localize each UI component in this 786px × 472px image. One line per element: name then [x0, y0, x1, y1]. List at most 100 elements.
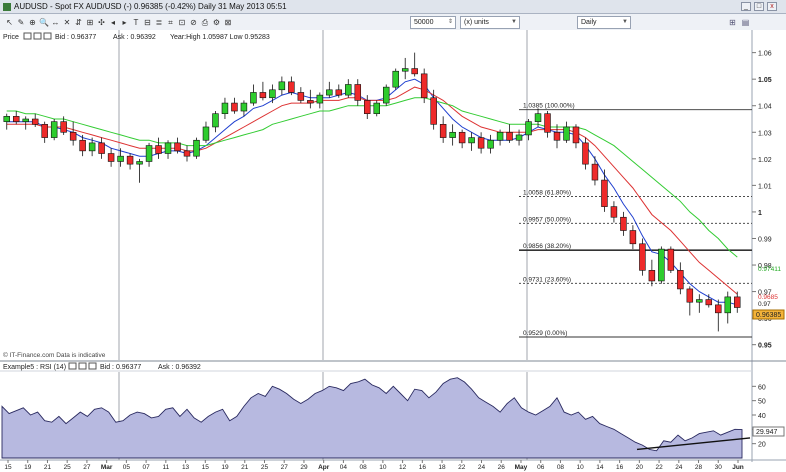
candle-body [525, 121, 532, 136]
toolbar-tool-7-icon[interactable]: ⊞ [85, 17, 96, 28]
candle-body [506, 131, 513, 141]
units-select[interactable]: (x) units ▼ [460, 16, 520, 29]
candle-body [345, 84, 352, 96]
x-tick-label: 13 [182, 464, 190, 471]
toolbar-tool-18-icon[interactable]: ⚙ [211, 17, 222, 28]
candle-body [174, 142, 181, 152]
candle-body [724, 296, 732, 314]
units-value: 50000 [414, 19, 434, 26]
toolbar-tool-0-icon[interactable]: ↖ [4, 17, 15, 28]
toolbar-tool-15-icon[interactable]: ⊡ [177, 17, 188, 28]
minimize-button[interactable]: _ [741, 2, 751, 11]
toolbar-tool-6-icon[interactable]: ⇵ [73, 17, 84, 28]
candle-body [259, 92, 267, 99]
candle-body [69, 131, 77, 141]
candle-body [364, 100, 371, 114]
maximize-panel-icon[interactable] [88, 362, 97, 370]
maximize-button[interactable]: □ [754, 2, 764, 11]
candle-body [449, 131, 456, 138]
window-icon[interactable] [78, 362, 87, 370]
candle-body [307, 100, 314, 104]
y-tick-label: 1.02 [758, 157, 772, 164]
toolbar-tool-19-icon[interactable]: ⊠ [223, 17, 234, 28]
rsi-indicator [1, 377, 751, 459]
candle-body [278, 81, 286, 91]
x-tick-label: Jun [732, 464, 744, 471]
y-tick-label: 0.95 [758, 343, 772, 350]
candle-body [430, 97, 437, 125]
rsi-ask: Ask : 0.96392 [158, 364, 201, 371]
x-tick-label: 08 [557, 464, 565, 471]
candle-body [487, 139, 494, 149]
toolbar-tool-1-icon[interactable]: ✎ [16, 17, 27, 28]
candle-body [648, 270, 656, 282]
x-tick-label: 25 [261, 464, 269, 471]
ma-value-label: 0.97411 [758, 266, 781, 273]
x-tick-label: 19 [24, 464, 32, 471]
candle-body [31, 118, 39, 125]
settings-icon[interactable] [68, 362, 77, 370]
x-tick-label: 24 [675, 464, 683, 471]
toolbar-tool-13-icon[interactable]: ≣ [154, 17, 165, 28]
period-value: Daily [581, 19, 597, 26]
x-tick-label: 08 [360, 464, 368, 471]
y-tick-label: 1 [758, 210, 762, 217]
rsi-current-label: 29.947 [756, 429, 778, 436]
x-tick-label: 06 [537, 464, 545, 471]
candle-body [439, 124, 447, 138]
toolbar-tool-8-icon[interactable]: ✣ [96, 17, 107, 28]
toolbar-tool-3-icon[interactable]: 🔍 [39, 17, 50, 28]
candle-body [734, 296, 741, 308]
toolbar-tool-2-icon[interactable]: ⊕ [27, 17, 38, 28]
x-tick-label: 16 [616, 464, 624, 471]
toolbar-tool-11-icon[interactable]: T [131, 17, 142, 28]
units-value-input[interactable]: 50000 ⇕ [410, 16, 456, 29]
toolbar-tool-5-icon[interactable]: ✕ [62, 17, 73, 28]
toolbar-tool-17-icon[interactable]: ⎙ [200, 17, 211, 28]
candle-body [667, 248, 675, 271]
period-select[interactable]: Daily ▼ [577, 16, 631, 29]
y-tick-label: 1.06 [758, 51, 772, 58]
toolbar-tool-4-icon[interactable]: ↔ [50, 17, 61, 28]
rsi-y-tick-label: 20 [758, 442, 766, 449]
candle-body [382, 86, 390, 104]
chart-area[interactable]: 1.0385 (100.00%) 1.0058 (61.80%) 0.9957 (5… [0, 30, 786, 472]
candle-body [136, 161, 143, 165]
x-tick-label: 16 [419, 464, 427, 471]
data-source-note: © IT-Finance.com Data is indicative [3, 351, 106, 359]
candle-body [696, 299, 703, 303]
candle-body [629, 230, 637, 245]
title-bar: AUDUSD - Spot FX AUD/USD (-) 0.96385 (-0… [0, 0, 786, 14]
candle-body [88, 142, 96, 152]
x-tick-label: 21 [44, 464, 52, 471]
ma-value-label: 0.9685 [758, 294, 778, 301]
candle-body [164, 142, 172, 154]
x-tick-label: 05 [123, 464, 131, 471]
candle-body [297, 92, 305, 101]
x-tick-label: 25 [64, 464, 72, 471]
toolbar-tool-10-icon[interactable]: ▸ [119, 17, 130, 28]
x-tick-label: 04 [340, 464, 348, 471]
grid-icon[interactable]: ⊞ [727, 17, 738, 28]
candle-body [392, 70, 399, 88]
rsi-bid: Bid : 0.96377 [100, 364, 141, 371]
toolbar-tool-14-icon[interactable]: ⌗ [165, 17, 176, 28]
rsi-panel-header: Example5 : RSI (14) Bid : 0.96377 Ask : … [3, 362, 201, 371]
candle-body [458, 131, 466, 144]
candle-body [601, 179, 608, 207]
candle-body [515, 134, 523, 141]
candle-body [316, 94, 324, 104]
toolbar-tool-9-icon[interactable]: ◂ [108, 17, 119, 28]
x-tick-label: 12 [399, 464, 407, 471]
close-button[interactable]: x [767, 2, 777, 11]
current-price-label: 0.96385 [756, 312, 781, 319]
candle-body [22, 118, 29, 122]
window-title: AUDUSD - Spot FX AUD/USD (-) 0.96385 (-0… [14, 2, 287, 11]
toolbar-tool-12-icon[interactable]: ⊟ [142, 17, 153, 28]
candle-body [50, 121, 58, 138]
layout-icon[interactable]: ▤ [740, 17, 751, 28]
candle-body [335, 89, 343, 96]
rsi-area [1, 377, 743, 459]
toolbar-tool-16-icon[interactable]: ⊘ [188, 17, 199, 28]
x-tick-label: 15 [202, 464, 210, 471]
